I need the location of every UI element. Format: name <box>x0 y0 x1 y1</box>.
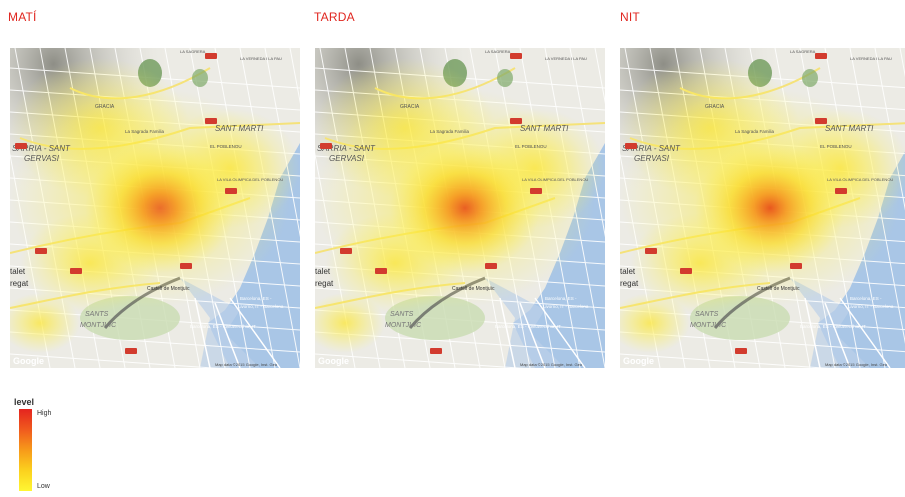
map-label-talet: talet <box>620 267 636 276</box>
map-label-sagrera: LA SAGRERA <box>180 49 206 54</box>
map-label-gervasi: GERVASI <box>329 154 365 163</box>
map-label-poblenou: EL POBLENOU <box>210 144 242 149</box>
map-attribution: Map data ©2015 Google, Inst. Geo <box>215 362 278 367</box>
map-label-castell-montjuic: Castell de Montjuïc <box>147 286 190 292</box>
map-label-sagrera: LA SAGRERA <box>485 49 511 54</box>
map-label-verneda: LA VERNEDA I LA PAU <box>850 56 892 61</box>
map-google-logo: Google <box>318 356 349 366</box>
legend-high-label: High <box>37 410 52 417</box>
heat-legend: level High Low <box>14 397 94 497</box>
road-shield <box>340 248 352 254</box>
map-google-logo: Google <box>13 356 44 366</box>
map-label-talet: talet <box>10 267 26 276</box>
road-shield <box>35 248 47 254</box>
map-label-livorno-route: Livorno, IT - Barcelona <box>238 304 284 309</box>
road-shield <box>430 348 442 354</box>
map-label-poblenou: EL POBLENOU <box>820 144 852 149</box>
map-label-gracia: GRACIA <box>95 104 115 110</box>
map-svg: SARRIA - SANTGERVASISANT MARTIGRACIALa S… <box>315 48 605 368</box>
map-label-gervasi: GERVASI <box>24 154 60 163</box>
map-svg: SARRIA - SANTGERVASISANT MARTIGRACIALa S… <box>10 48 300 368</box>
map-label-sagrada: La Sagrada Familia <box>735 129 775 134</box>
map-label-vila: LA VILA OLIMPICA DEL POBLENOU <box>217 177 283 182</box>
road-shield <box>815 118 827 124</box>
road-shield <box>125 348 137 354</box>
heatmap-nit[interactable]: SARRIA - SANT GERVASI SANT MARTI GRACIA La S… <box>620 48 905 368</box>
map-label-barcelona-route: Barcelona, ES - <box>240 296 272 301</box>
map-label-sagrera: LA SAGRERA <box>790 49 816 54</box>
road-shield <box>485 263 497 269</box>
map-label-sants: SANTS <box>390 311 414 318</box>
map-label-civitavecchia-route: Barcelona, ES - Civitavecchia, IT <box>800 324 866 329</box>
map-label-montjuic: MONTJUÏC <box>385 321 422 329</box>
map-label-regat: regat <box>10 279 29 288</box>
panel-title-nit: NIT <box>620 10 640 24</box>
road-shield <box>530 188 542 194</box>
map-label-montjuic: MONTJUÏC <box>80 321 117 329</box>
map-label-sants: SANTS <box>695 311 719 318</box>
heatmap-tarda[interactable]: SARRIA - SANT GERVASI SANT MARTI GRACIA La S… <box>315 48 605 368</box>
map-label-regat: regat <box>315 279 334 288</box>
road-shield <box>625 143 637 149</box>
map-label-barcelona-route: Barcelona, ES - <box>545 296 577 301</box>
map-label-livorno-route: Livorno, IT - Barcelona <box>848 304 894 309</box>
road-shield <box>680 268 692 274</box>
road-shield <box>790 263 802 269</box>
map-attribution: Map data ©2015 Google, Inst. Geo <box>825 362 888 367</box>
map-label-vila: LA VILA OLIMPICA DEL POBLENOU <box>522 177 588 182</box>
map-svg: SARRIA - SANTGERVASISANT MARTIGRACIALa S… <box>620 48 905 368</box>
legend-color-bar <box>19 409 32 491</box>
map-label-regat: regat <box>620 279 639 288</box>
map-label-verneda: LA VERNEDA I LA PAU <box>240 56 282 61</box>
map-label-poblenou: EL POBLENOU <box>515 144 547 149</box>
map-label-civitavecchia-route: Barcelona, ES - Civitavecchia, IT <box>495 324 561 329</box>
road-shield <box>205 118 217 124</box>
legend-title: level <box>14 397 35 407</box>
map-label-castell-montjuic: Castell de Montjuïc <box>757 286 800 292</box>
road-shield <box>815 53 827 59</box>
road-shield <box>320 143 332 149</box>
map-attribution: Map data ©2015 Google, Inst. Geo <box>520 362 583 367</box>
road-shield <box>510 118 522 124</box>
map-label-barcelona-route: Barcelona, ES - <box>850 296 882 301</box>
map-label-gracia: GRACIA <box>400 104 420 110</box>
map-label-vila: LA VILA OLIMPICA DEL POBLENOU <box>827 177 893 182</box>
map-label-montjuic: MONTJUÏC <box>690 321 727 329</box>
map-label-livorno-route: Livorno, IT - Barcelona <box>543 304 589 309</box>
map-label-sant-marti: SANT MARTI <box>520 124 569 133</box>
map-label-castell-montjuic: Castell de Montjuïc <box>452 286 495 292</box>
legend-low-label: Low <box>37 483 50 490</box>
road-shield <box>375 268 387 274</box>
map-label-sant-marti: SANT MARTI <box>215 124 264 133</box>
heatmap-mati[interactable]: SARRIA - SANT GERVASI SANT MARTI GRACIA La S… <box>10 48 300 368</box>
map-label-sagrada: La Sagrada Familia <box>125 129 165 134</box>
road-shield <box>225 188 237 194</box>
road-shield <box>205 53 217 59</box>
road-shield <box>510 53 522 59</box>
map-label-gervasi: GERVASI <box>634 154 670 163</box>
road-shield <box>180 263 192 269</box>
road-shield <box>645 248 657 254</box>
map-label-civitavecchia-route: Barcelona, ES - Civitavecchia, IT <box>190 324 256 329</box>
road-shield <box>70 268 82 274</box>
map-label-verneda: LA VERNEDA I LA PAU <box>545 56 587 61</box>
map-label-sant-marti: SANT MARTI <box>825 124 874 133</box>
panel-title-mati: MATÍ <box>8 10 37 24</box>
road-shield <box>735 348 747 354</box>
map-label-talet: talet <box>315 267 331 276</box>
road-shield <box>15 143 27 149</box>
map-google-logo: Google <box>623 356 654 366</box>
map-label-sagrada: La Sagrada Familia <box>430 129 470 134</box>
panel-title-tarda: TARDA <box>314 10 355 24</box>
road-shield <box>835 188 847 194</box>
map-label-sants: SANTS <box>85 311 109 318</box>
map-label-gracia: GRACIA <box>705 104 725 110</box>
